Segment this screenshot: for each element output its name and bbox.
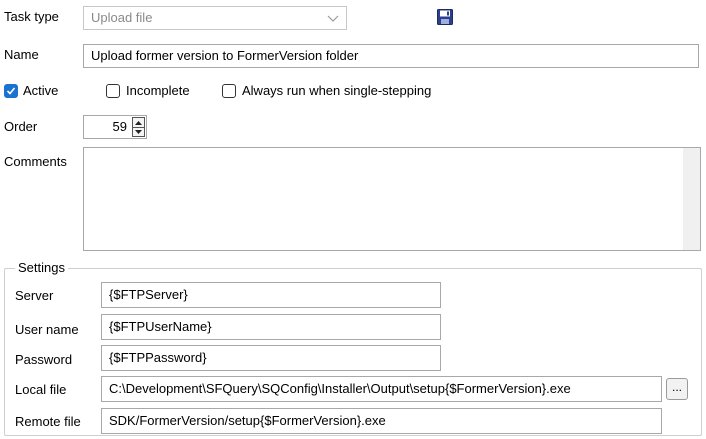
server-value: {$FTPServer} [109,287,188,302]
incomplete-label: Incomplete [126,83,190,98]
name-field[interactable]: Upload former version to FormerVersion f… [83,44,699,68]
comments-textarea[interactable] [83,147,701,251]
remote-file-field[interactable]: SDK/FormerVersion/setup{$FormerVersion}.… [101,408,662,434]
checkbox-box [106,84,120,98]
spin-buttons[interactable] [132,117,145,137]
name-value: Upload former version to FormerVersion f… [91,48,359,63]
always-run-label: Always run when single-stepping [242,83,432,98]
remote-file-label: Remote file [15,414,81,429]
comments-label: Comments [4,154,67,169]
password-value: {$FTPPassword} [109,350,207,365]
user-name-label: User name [15,322,79,337]
local-file-value: C:\Development\SFQuery\SQConfig\Installe… [109,381,571,396]
settings-title: Settings [15,260,68,276]
browse-button[interactable]: ... [666,378,688,400]
name-label: Name [4,47,39,62]
order-stepper[interactable]: 59 [83,115,147,139]
server-field[interactable]: {$FTPServer} [101,282,441,308]
order-value: 59 [112,119,127,134]
task-type-label: Task type [4,9,59,24]
spin-down-icon[interactable] [133,127,144,136]
task-type-value: Upload file [91,10,153,25]
active-label: Active [23,83,59,98]
task-type-select[interactable]: Upload file [83,6,347,30]
user-name-field[interactable]: {$FTPUserName} [101,314,441,340]
local-file-field[interactable]: C:\Development\SFQuery\SQConfig\Installe… [101,376,662,402]
server-label: Server [15,288,54,303]
checkmark-icon [4,84,18,98]
chevron-down-icon [326,10,340,26]
password-label: Password [15,352,73,367]
local-file-label: Local file [15,382,67,397]
password-field[interactable]: {$FTPPassword} [101,345,441,371]
vertical-scrollbar[interactable] [683,148,700,250]
spin-up-icon[interactable] [133,118,144,127]
order-label: Order [4,119,38,134]
user-name-value: {$FTPUserName} [109,319,212,334]
checkbox-box [222,84,236,98]
remote-file-value: SDK/FormerVersion/setup{$FormerVersion}.… [109,413,386,428]
floppy-disk-icon[interactable] [437,9,453,25]
